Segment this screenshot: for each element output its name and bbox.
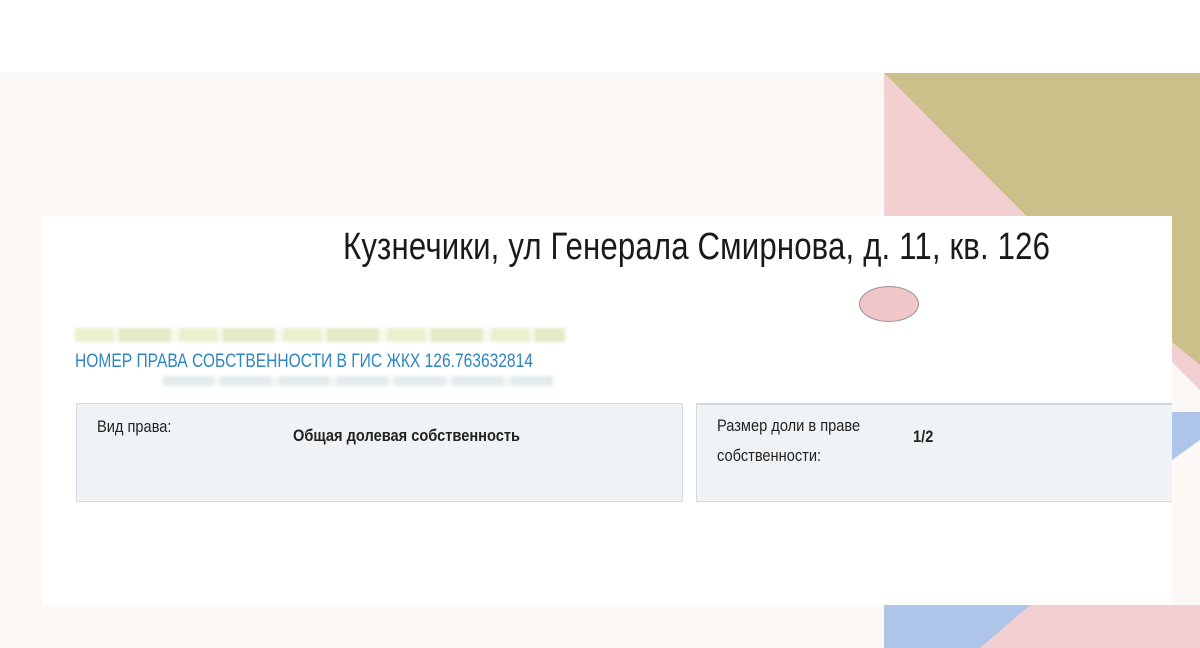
share-size-value: 1/2 (913, 427, 934, 446)
right-type-label: Вид права: (97, 417, 172, 436)
cropped-heading-text (83, 216, 1143, 218)
property-address: Кузнечики, ул Генерала Смирнова, д. 11, … (343, 226, 1051, 268)
registry-screenshot: Кузнечики, ул Генерала Смирнова, д. 11, … (43, 216, 1172, 605)
right-type-value: Общая долевая собственность (293, 426, 521, 445)
highlight-oval (859, 286, 919, 322)
share-size-panel: Размер доли в праве собственности: 1/2 (696, 403, 1172, 502)
share-size-label: Размер доли в праве собственности: (717, 416, 861, 465)
right-type-panel: Вид права: Общая долевая собственность (76, 403, 683, 502)
blurred-text-line-2 (163, 376, 553, 386)
blurred-text-line (75, 328, 565, 342)
rights-number-heading: НОМЕР ПРАВА СОБСТВЕННОСТИ В ГИС ЖКХ 126.… (75, 351, 533, 372)
